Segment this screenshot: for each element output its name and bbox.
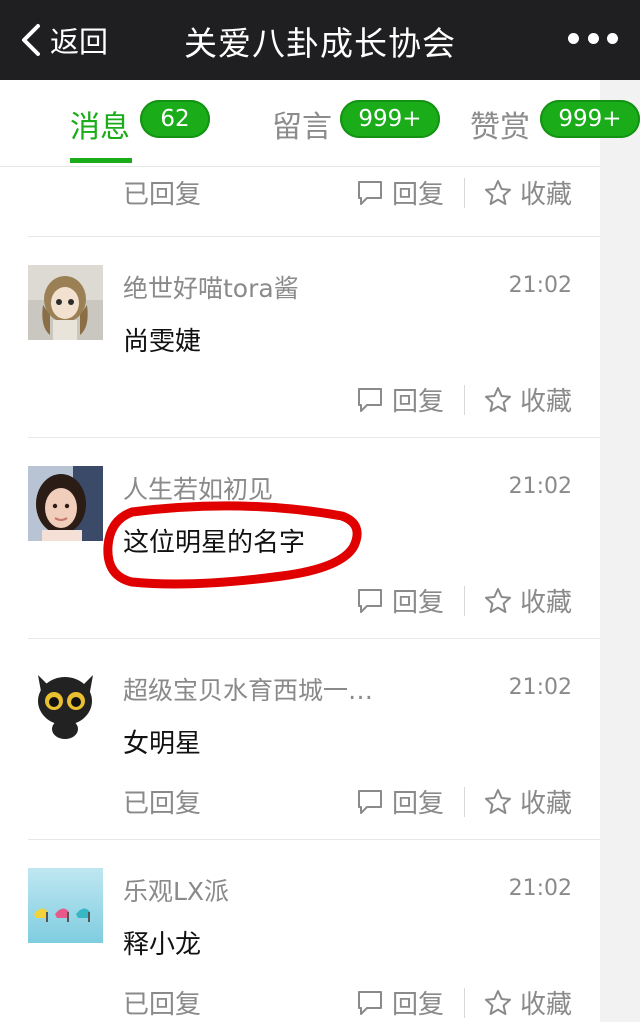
comment-icon (358, 990, 382, 1015)
top-bar: 返回 关爱八卦成长协会 (0, 0, 640, 80)
avatar[interactable] (28, 265, 103, 340)
list-item: 绝世好喵tora酱 21:02 尚雯婕 回复 收藏 (28, 237, 600, 438)
message-text: 释小龙 (123, 930, 202, 960)
back-button[interactable]: 返回 (18, 18, 108, 62)
scroll-gutter (600, 80, 640, 1022)
reply-button[interactable]: 回复 (356, 174, 444, 211)
timestamp: 21:02 (508, 474, 572, 499)
sender-name: 乐观LX派 (123, 877, 230, 906)
divider (464, 586, 465, 616)
comment-icon (358, 387, 382, 412)
timestamp: 21:02 (508, 675, 572, 700)
message-text: 尚雯婕 (123, 327, 202, 357)
tab-label: 留言 (272, 110, 332, 145)
replied-status: 已回复 (123, 990, 202, 1020)
tab-messages[interactable]: 消息 62 (70, 100, 220, 152)
favorite-button[interactable]: 收藏 (484, 984, 572, 1021)
count-badge: 999+ (340, 100, 440, 138)
reply-button[interactable]: 回复 (356, 582, 444, 619)
favorite-button[interactable]: 收藏 (484, 582, 572, 619)
replied-status: 已回复 (123, 789, 202, 819)
back-label: 返回 (50, 25, 109, 59)
message-text: 女明星 (123, 729, 202, 759)
star-icon (485, 386, 511, 412)
star-icon (485, 179, 511, 205)
tab-comments[interactable]: 留言 999+ (272, 100, 442, 152)
favorite-button[interactable]: 收藏 (484, 174, 572, 211)
favorite-button[interactable]: 收藏 (484, 381, 572, 418)
more-dots-icon[interactable] (568, 26, 618, 50)
list-item: 超级宝贝水育西城一… 21:02 女明星 已回复 回复 收藏 (28, 639, 600, 840)
avatar[interactable] (28, 868, 103, 943)
reply-button[interactable]: 回复 (356, 381, 444, 418)
tab-rewards[interactable]: 赞赏 999+ (470, 100, 640, 152)
count-badge: 62 (140, 100, 210, 138)
sender-name: 绝世好喵tora酱 (123, 274, 299, 303)
reply-button[interactable]: 回复 (356, 783, 444, 820)
active-tab-indicator (70, 158, 132, 163)
tab-label: 赞赏 (470, 110, 530, 145)
sender-name: 超级宝贝水育西城一… (123, 676, 374, 705)
divider (464, 178, 465, 208)
star-icon (485, 788, 511, 814)
reply-button[interactable]: 回复 (356, 984, 444, 1021)
timestamp: 21:02 (508, 876, 572, 901)
divider (464, 385, 465, 415)
favorite-button[interactable]: 收藏 (484, 783, 572, 820)
star-icon (485, 587, 511, 613)
list-item: 乐观LX派 21:02 释小龙 已回复 回复 收藏 (28, 840, 600, 1022)
tab-label: 消息 (70, 110, 130, 145)
comment-icon (358, 789, 382, 814)
count-badge: 999+ (540, 100, 640, 138)
divider (464, 988, 465, 1018)
tab-bar: 消息 62 留言 999+ 赞赏 999+ (0, 80, 640, 167)
chevron-left-icon (22, 24, 40, 56)
page-title: 关爱八卦成长协会 (184, 24, 456, 63)
annotation-circle (103, 501, 362, 589)
timestamp: 21:02 (508, 273, 572, 298)
replied-status: 已回复 (123, 180, 202, 210)
divider (464, 787, 465, 817)
avatar[interactable] (28, 667, 103, 742)
avatar[interactable] (28, 466, 103, 541)
list-item: 已回复 回复 收藏 (28, 166, 600, 237)
comment-icon (358, 180, 382, 205)
star-icon (485, 989, 511, 1015)
